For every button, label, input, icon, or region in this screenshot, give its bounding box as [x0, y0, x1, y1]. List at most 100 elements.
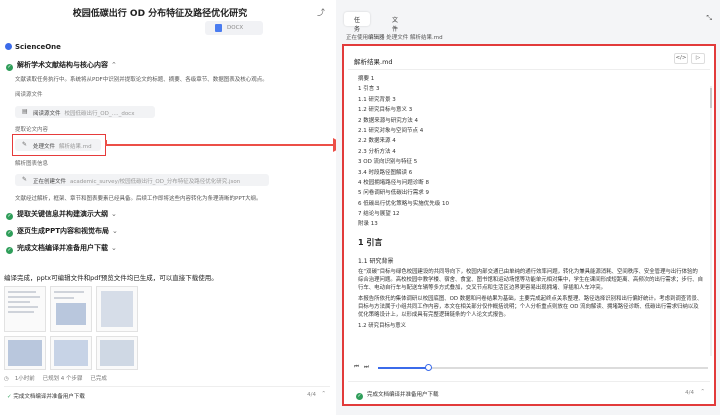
text-line	[8, 296, 40, 298]
code-view-button[interactable]: </>	[674, 53, 688, 64]
text-line	[8, 291, 36, 293]
progress-bar[interactable]: ✓ 完成文档编译并准备用户下载 4/4 ⌃	[4, 386, 330, 403]
text-line	[54, 291, 84, 293]
chevron-up-icon[interactable]: ⌃	[321, 391, 326, 397]
highlight-box	[12, 134, 106, 156]
toc-item: 2.3 分析方法 4	[358, 148, 396, 155]
editor-footer[interactable]: ✓ 完成文档编译并准备用户下载 4/4 ⌃	[348, 381, 710, 401]
replay-progress	[378, 367, 428, 369]
paragraph: 本报告所依托的集体调研以校园底图、OD 数据和问卷结果为基础，主要完成起终点关系…	[358, 295, 703, 319]
science-one-logo-icon	[5, 43, 12, 50]
toc-item: 7 结论与展望 12	[358, 211, 400, 218]
step-1-title: 解析学术文献结构与核心内容	[17, 61, 108, 69]
brand: ScienceOne	[5, 43, 61, 51]
editor-status: 正在使用编辑器 处理文件 解析结果.md	[346, 35, 443, 41]
current-step: 完成文档编译并准备用户下载	[367, 392, 439, 398]
task-status: ◷ 1小时前 已规划 4 个步骤 已完成	[4, 376, 107, 382]
step-3-title: 逐页生成PPT内容和视觉布局	[17, 227, 110, 235]
edit-icon: ✎	[22, 176, 28, 183]
image-placeholder	[56, 303, 86, 325]
parse-charts-label: 解析图表信息	[15, 161, 49, 167]
slide-thumbnail[interactable]	[4, 286, 46, 332]
toc-item: 4 校园拥堵路径与问题诊断 8	[358, 179, 429, 186]
step-1-header[interactable]: ✓ 解析学术文献结构与核心内容 ⌃	[6, 60, 117, 71]
tab-files[interactable]: 文件	[382, 12, 408, 33]
replay-slider-handle[interactable]	[424, 364, 432, 371]
toc-item: 2.1 研究对象与空间节点 4	[358, 127, 424, 134]
table-of-contents: 摘要 1 1 引言 3 1.1 研究背景 3 1.2 研究目标与意义 3 2 数…	[358, 74, 703, 230]
preview-play-button[interactable]: ▷	[691, 53, 705, 64]
arrow-line	[106, 144, 334, 146]
slide-thumbnail[interactable]	[4, 336, 46, 370]
image-placeholder	[101, 291, 133, 327]
check-icon: ✓	[6, 64, 13, 71]
text-line	[8, 306, 38, 308]
image-placeholder	[8, 340, 42, 366]
collapse-icon[interactable]: ⤡	[706, 14, 712, 23]
extract-content-label: 提取论文内容	[15, 127, 49, 133]
toc-item: 6 低碳出行优化策略与实施优先级 10	[358, 200, 449, 207]
subsection-heading: 1.1 研究背景	[358, 257, 394, 265]
toc-item: 1.2 研究目标与意义 3	[358, 107, 413, 114]
current-step: 完成文档编译并准备用户下载	[13, 394, 85, 400]
image-placeholder	[100, 340, 134, 366]
completion-message: 编译完成，pptx可编辑文件和pdf预览文件均已生成，可以直接下载使用。	[4, 274, 218, 282]
step-2-title: 提取关键信息并构建演示大纲	[17, 210, 108, 218]
image-placeholder	[54, 340, 88, 366]
file-icon	[215, 24, 222, 32]
check-icon: ✓	[356, 393, 363, 400]
step-4-header[interactable]: ✓ 完成文档编译并准备用户下载 ⌄	[6, 243, 117, 254]
text-line	[8, 311, 34, 313]
step-counter: 4/4	[307, 392, 316, 398]
editor-title: 解析结果.md	[354, 58, 393, 66]
editor: 解析结果.md </> ▷ 摘要 1 1 引言 3 1.1 研究背景 3 1.2…	[342, 44, 716, 406]
editor-content: 摘要 1 1 引言 3 1.1 研究背景 3 1.2 研究目标与意义 3 2 数…	[358, 74, 703, 364]
chevron-up-icon[interactable]: ⌃	[111, 61, 117, 69]
slide-thumbnail[interactable]	[50, 336, 92, 370]
paragraph: 在“双碳”目标与绿色校园建设的共同导向下，校园内部交通已由单纯的通行效率问题，转…	[358, 268, 703, 292]
read-source-chip[interactable]: ▤ 阅读源文件 校园低碳出行_OD_...._docx	[15, 106, 155, 118]
chevron-down-icon[interactable]: ⌄	[111, 210, 117, 218]
toc-item: 附录 13	[358, 221, 378, 228]
toc-item: 1 引言 3	[358, 86, 380, 93]
text-line	[8, 301, 30, 303]
chat-panel: 校园低碳出行 OD 分布特征及路径优化研究 ⤴ DOCX ScienceOne …	[0, 0, 335, 415]
divider	[348, 69, 710, 70]
toc-item: 3.4 时段路径图解读 6	[358, 169, 413, 176]
share-icon[interactable]: ⤴	[317, 7, 325, 17]
step-1-description: 文献读取任务执行中。系统将从PDF中识别并提取论文的标题、摘要、各级章节、数据图…	[15, 77, 268, 83]
toc-item: 2.2 数据来源 4	[358, 138, 396, 145]
scrollbar-thumb[interactable]	[710, 88, 712, 108]
check-icon: ✓	[6, 230, 13, 237]
step-3-header[interactable]: ✓ 逐页生成PPT内容和视觉布局 ⌄	[6, 226, 118, 237]
chevron-down-icon[interactable]: ⌄	[111, 244, 117, 252]
docx-attachment[interactable]: DOCX	[205, 21, 263, 35]
step-counter: 4/4	[685, 390, 694, 396]
text-line	[54, 297, 74, 299]
slide-thumbnail[interactable]	[96, 286, 138, 332]
toc-item: 摘要 1	[358, 76, 375, 82]
preview-thumbnails	[4, 286, 144, 370]
tab-task[interactable]: 任务	[344, 12, 371, 33]
document-title: 校园低碳出行 OD 分布特征及路径优化研究	[72, 9, 248, 19]
toc-item: 3 OD 流向识别与特征 5	[358, 159, 418, 166]
check-icon: ✓	[6, 247, 13, 254]
scrollbar-track[interactable]	[710, 86, 712, 356]
check-icon: ✓	[6, 213, 13, 220]
chevron-down-icon[interactable]: ⌄	[112, 227, 118, 235]
create-file-chip[interactable]: ✎ 正在创建文件 academic_survey/校园低碳出行_OD_分布特征及路径…	[15, 174, 269, 186]
workspace-panel: 任务 文件 ⤡ 正在使用编辑器 处理文件 解析结果.md 解析结果.md </>…	[336, 0, 720, 415]
toc-item: 2 数据来源与研究方法 4	[358, 117, 418, 124]
slide-thumbnail[interactable]	[96, 336, 138, 370]
skip-back-icon[interactable]: ⏮	[354, 364, 359, 371]
read-source-label: 阅读源文件	[15, 92, 43, 98]
subsection-heading: 1.2 研究目标与意义	[358, 322, 407, 329]
chevron-up-icon[interactable]: ⌃	[700, 389, 705, 395]
slide-thumbnail[interactable]	[50, 286, 92, 332]
step-2-header[interactable]: ✓ 提取关键信息并构建演示大纲 ⌄	[6, 209, 117, 220]
step-1-summary: 文献经过解析，框架、章节和图表要素已经具备。后续工作即将这些内容转化为条理清晰的…	[15, 196, 262, 202]
toc-item: 5 问卷调研与低碳出行需求 9	[358, 190, 429, 197]
skip-forward-icon[interactable]: ⏭	[364, 364, 369, 371]
brand-name: ScienceOne	[15, 43, 61, 51]
section-heading: 1 引言	[358, 237, 383, 247]
